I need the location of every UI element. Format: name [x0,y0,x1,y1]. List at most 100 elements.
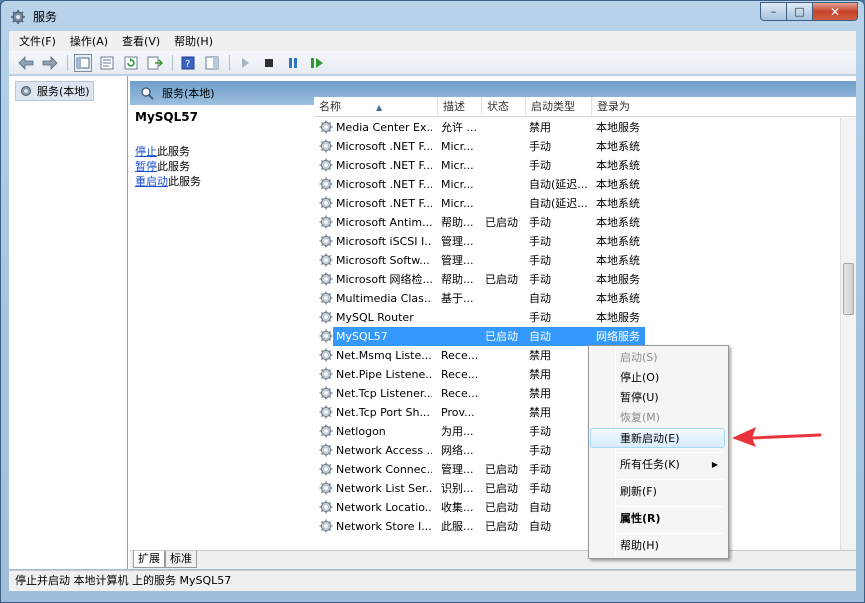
service-startup-type: 禁用 [529,365,589,384]
tab-standard[interactable]: 标准 [165,551,197,568]
menu-action[interactable]: 操作(A) [70,33,108,49]
menu-item-pause[interactable]: 暂停(U) [591,388,726,408]
action-restart: 重启动此服务 [135,174,315,189]
table-row[interactable]: MySQL57已启动自动网络服务 [314,327,840,346]
tree-item-label: 服务(本地) [37,83,90,99]
minimize-button[interactable]: – [760,2,787,21]
menu-item-properties[interactable]: 属性(R) [591,509,726,529]
table-row[interactable]: Network List Ser...识别...已启动手动 [314,479,840,498]
service-name: Network Locatio... [336,498,432,517]
service-startup-type: 手动 [529,479,589,498]
help-icon[interactable]: ? [179,54,197,72]
close-button[interactable]: ✕ [813,2,858,21]
table-row[interactable]: Net.Tcp Listener...Rece...禁用 [314,384,840,403]
maximize-icon: □ [794,5,804,18]
column-header-log-on-as[interactable]: 登录为 [592,97,856,117]
stop-service-icon[interactable] [260,54,278,72]
restart-link[interactable]: 重启动 [135,175,168,188]
submenu-arrow-icon: ▶ [712,455,718,475]
service-startup-type: 自动 [529,289,589,308]
vertical-scrollbar[interactable] [840,118,856,550]
column-header-status[interactable]: 状态 [482,97,526,117]
table-row[interactable]: Media Center Ex...允许 ...禁用本地服务 [314,118,840,137]
tab-extended[interactable]: 扩展 [133,551,165,568]
table-row[interactable]: Microsoft .NET F...Micr...手动本地系统 [314,137,840,156]
service-log-on-as: 本地系统 [596,213,648,232]
status-bar: 停止并启动 本地计算机 上的服务 MySQL57 [9,570,856,591]
table-row[interactable]: Network Store I...此服...已启动自动 [314,517,840,536]
service-gear-icon [319,177,333,191]
action-suffix: 此服务 [157,145,190,158]
table-row[interactable]: Net.Msmq Liste...Rece...禁用 [314,346,840,365]
service-startup-type: 手动 [529,232,589,251]
toolbar: ? [9,51,856,75]
table-row[interactable]: Network Locatio...收集...已启动自动 [314,498,840,517]
menu-item-stop[interactable]: 停止(O) [591,368,726,388]
table-row[interactable]: Microsoft Antim...帮助...已启动手动本地系统 [314,213,840,232]
service-gear-icon [319,253,333,267]
pause-service-icon[interactable] [284,54,302,72]
service-startup-type: 自动 [529,498,589,517]
column-header-name[interactable]: 名称▲ [314,97,438,117]
menu-item-restart[interactable]: 重新启动(E) [590,428,725,448]
service-description: 基于... [441,289,477,308]
table-row[interactable]: Microsoft .NET F...Micr...自动(延迟...本地系统 [314,175,840,194]
pause-link[interactable]: 暂停 [135,160,157,173]
menu-item-all-tasks[interactable]: 所有任务(K)▶ [591,455,726,475]
table-row[interactable]: Net.Pipe Listene...Rece...禁用 [314,365,840,384]
start-service-icon[interactable] [236,54,254,72]
service-gear-icon [319,500,333,514]
column-header-startup-type[interactable]: 启动类型 [526,97,592,117]
menu-help[interactable]: 帮助(H) [174,33,213,49]
service-gear-icon [319,481,333,495]
table-row[interactable]: Multimedia Clas...基于...自动本地系统 [314,289,840,308]
pane-header-title: 服务(本地) [162,85,215,101]
service-log-on-as: 本地系统 [596,156,648,175]
export-list-icon[interactable] [146,54,164,72]
menu-item-resume[interactable]: 恢复(M) [591,408,726,428]
service-startup-type: 自动 [529,517,589,536]
table-row[interactable]: Microsoft .NET F...Micr...自动(延迟...本地系统 [314,194,840,213]
show-action-pane-icon[interactable] [203,54,221,72]
menu-item-help[interactable]: 帮助(H) [591,536,726,556]
stop-link[interactable]: 停止 [135,145,157,158]
table-row[interactable]: Microsoft iSCSI I...管理...手动本地系统 [314,232,840,251]
service-startup-type: 手动 [529,137,589,156]
service-description-panel: MySQL57 停止此服务 暂停此服务 重启动此服务 [135,110,315,189]
back-arrow-icon[interactable] [17,54,35,72]
menu-separator [618,533,724,534]
scrollbar-thumb[interactable] [843,263,854,315]
table-row[interactable]: Microsoft .NET F...Micr...手动本地系统 [314,156,840,175]
service-startup-type: 手动 [529,441,589,460]
service-status: 已启动 [485,517,525,536]
menu-view[interactable]: 查看(V) [122,33,160,49]
restart-service-icon[interactable] [308,54,326,72]
table-row[interactable]: Microsoft 网络检...帮助...已启动手动本地服务 [314,270,840,289]
service-name: Microsoft Softw... [336,251,432,270]
menu-file[interactable]: 文件(F) [19,33,56,49]
menu-item-start[interactable]: 启动(S) [591,348,726,368]
console-tree: 服务(本地) [9,76,128,569]
service-name: Net.Pipe Listene... [336,365,432,384]
refresh-icon[interactable] [122,54,140,72]
column-header-description[interactable]: 描述 [438,97,482,117]
table-row[interactable]: Network Connec...管理...已启动手动 [314,460,840,479]
service-gear-icon [319,367,333,381]
service-log-on-as: 本地系统 [596,289,648,308]
table-row[interactable]: MySQL Router手动本地服务 [314,308,840,327]
maximize-button[interactable]: □ [787,2,813,21]
properties-icon[interactable] [98,54,116,72]
service-name: Microsoft 网络检... [336,270,432,289]
service-gear-icon [319,462,333,476]
title-bar[interactable]: 服务 – □ ✕ [1,1,864,31]
service-status: 已启动 [485,498,525,517]
forward-arrow-icon[interactable] [41,54,59,72]
table-row[interactable]: Net.Tcp Port Sh...Prov...禁用 [314,403,840,422]
menu-item-refresh[interactable]: 刷新(F) [591,482,726,502]
tree-item-services-local[interactable]: 服务(本地) [15,81,94,101]
table-row[interactable]: Microsoft Softw...管理...手动本地系统 [314,251,840,270]
service-description: Micr... [441,137,477,156]
services-list[interactable]: 名称▲ 描述 状态 启动类型 登录为 Media Center Ex...允许 … [314,97,856,550]
service-status: 已启动 [485,479,525,498]
console-tree-icon[interactable] [74,54,92,72]
